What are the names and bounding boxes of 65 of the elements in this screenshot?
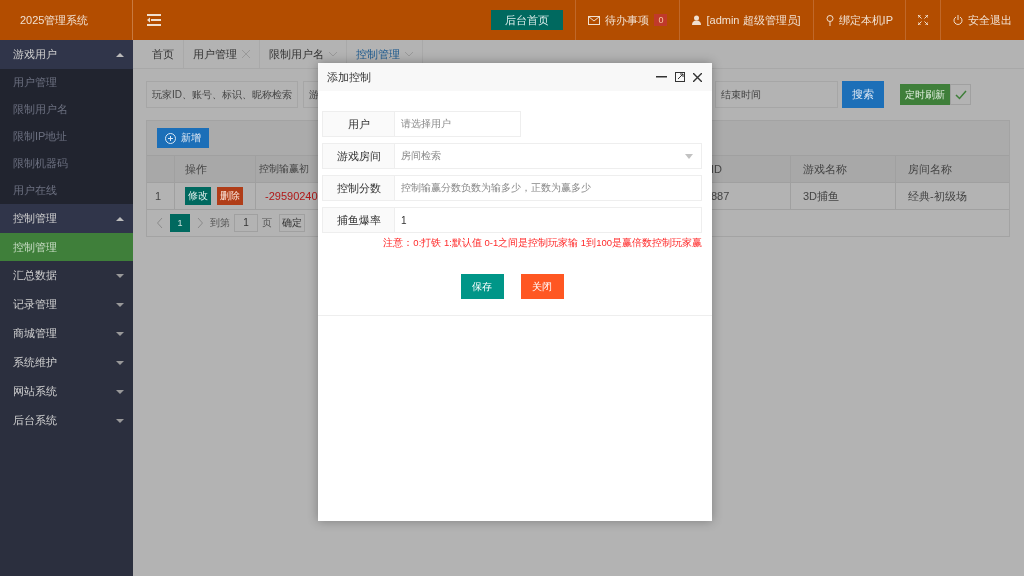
user-name[interactable]: [admin 超级管理员] xyxy=(706,12,801,28)
goto-label: 到第 xyxy=(210,216,230,230)
sidebar-item[interactable]: 限制IP地址 xyxy=(0,123,133,150)
sidebar-group[interactable]: 记录管理 xyxy=(0,290,133,319)
pin-icon xyxy=(825,14,834,26)
page-label: 页 xyxy=(262,216,272,230)
maximize-icon[interactable] xyxy=(675,72,685,82)
tab[interactable]: 用户管理 xyxy=(184,40,260,68)
sidebar-item[interactable]: 限制机器码 xyxy=(0,150,133,177)
sidebar-group[interactable]: 汇总数据 xyxy=(0,261,133,290)
minimize-icon[interactable] xyxy=(656,76,667,78)
save-button[interactable]: 保存 xyxy=(460,274,504,299)
sidebar-item[interactable]: 用户在线 xyxy=(0,177,133,204)
home-button[interactable]: 后台首页 xyxy=(491,10,564,30)
input-field[interactable]: 请选择用户 xyxy=(395,111,521,137)
sidebar-group[interactable]: 后台系统 xyxy=(0,406,133,435)
fullscreen-icon[interactable] xyxy=(918,15,928,25)
refresh-checkbox[interactable] xyxy=(950,84,971,105)
plus-icon xyxy=(165,132,176,144)
todo-link[interactable]: 待办事项 xyxy=(605,12,650,28)
sidebar-group[interactable]: 游戏用户 xyxy=(0,40,133,69)
page-number[interactable]: 1 xyxy=(170,214,190,232)
dropdown-icon[interactable] xyxy=(685,153,693,159)
dialog-title: 添加控制 xyxy=(327,69,371,85)
prev-icon[interactable] xyxy=(157,218,163,228)
search-field[interactable]: 玩家ID、账号、标识、昵称检索 xyxy=(146,81,298,108)
input-field[interactable]: 控制输赢分数负数为输多少，正数为赢多少 xyxy=(395,175,702,201)
sidebar-group[interactable]: 控制管理 xyxy=(0,204,133,233)
menu-icon[interactable] xyxy=(147,14,161,26)
edit-button[interactable]: 修改 xyxy=(185,187,211,205)
refresh-button[interactable]: 定时刷新 xyxy=(900,84,950,105)
field-label: 控制分数 xyxy=(322,175,395,201)
logout-link[interactable]: 安全退出 xyxy=(968,12,1012,28)
mail-icon[interactable] xyxy=(588,15,601,25)
sidebar-item[interactable]: 限制用户名 xyxy=(0,96,133,123)
next-icon[interactable] xyxy=(197,218,203,228)
search-button[interactable]: 搜索 xyxy=(842,81,884,108)
sidebar-item[interactable]: 用户管理 xyxy=(0,69,133,96)
field-label: 用户 xyxy=(322,111,395,137)
field-label: 游戏房间 xyxy=(322,143,395,169)
column-header: 房间名称 xyxy=(907,161,953,177)
chevron-icon[interactable] xyxy=(405,51,413,57)
field-label: 捕鱼爆率 xyxy=(322,207,395,233)
chevron-icon[interactable] xyxy=(329,51,337,57)
sidebar-group[interactable]: 系统维护 xyxy=(0,348,133,377)
sidebar-group[interactable]: 商城管理 xyxy=(0,319,133,348)
delete-button[interactable]: 删除 xyxy=(217,187,243,205)
user-icon xyxy=(692,15,702,25)
sidebar-item[interactable]: 控制管理 xyxy=(0,233,133,261)
input-field[interactable]: 房间检索 xyxy=(395,143,702,169)
sidebar-group[interactable]: 网站系统 xyxy=(0,377,133,406)
close-icon[interactable] xyxy=(693,72,702,82)
note-text: 注意：0:打铁 1:默认值 0-1之间是控制玩家输 1到100是赢倍数控制玩家赢 xyxy=(382,237,702,250)
todo-count: 0 xyxy=(654,14,668,26)
page-input[interactable]: 1 xyxy=(234,214,258,232)
end-time-field[interactable]: 结束时间 xyxy=(715,81,838,108)
close-button[interactable]: 关闭 xyxy=(520,274,564,299)
confirm-button[interactable]: 确定 xyxy=(279,214,305,232)
check-icon xyxy=(954,89,967,100)
table-cell-text: 经典-初级场 xyxy=(907,188,968,204)
add-button[interactable]: 新增 xyxy=(157,128,209,148)
input-field[interactable]: 1 xyxy=(395,207,702,233)
bind-ip-link[interactable]: 绑定本机IP xyxy=(838,12,893,28)
tab[interactable]: 首页 xyxy=(143,40,184,68)
power-icon xyxy=(953,15,963,25)
